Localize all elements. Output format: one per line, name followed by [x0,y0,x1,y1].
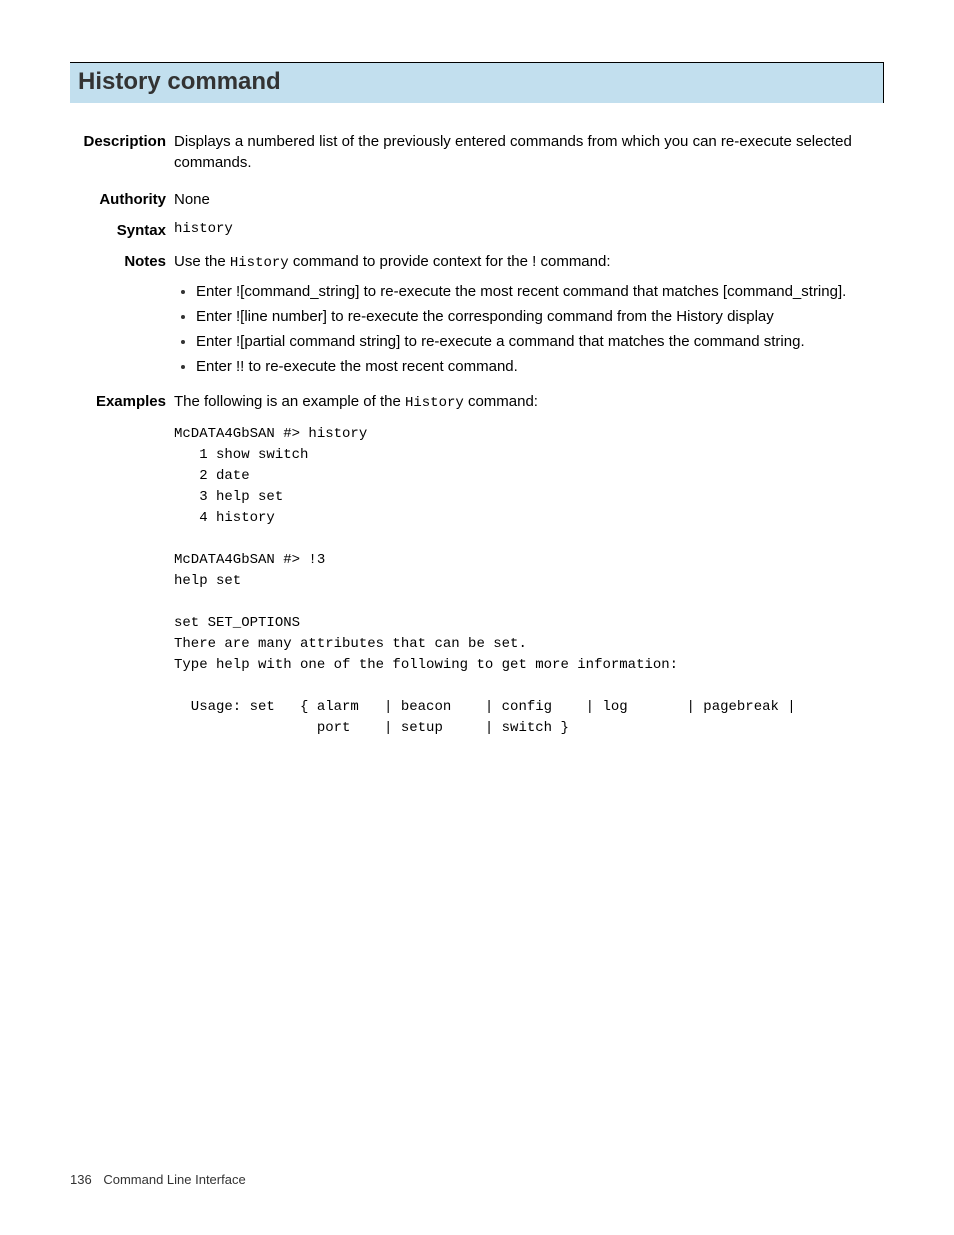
examples-intro-code: History [405,395,464,411]
notes-bullet: Enter ![command_string] to re-execute th… [196,281,884,302]
syntax-row: Syntax history [70,220,884,241]
authority-row: Authority None [70,189,884,210]
notes-row: Notes Use the History command to provide… [70,251,884,382]
notes-intro: Use the History command to provide conte… [174,251,884,274]
section-title: History command [78,65,883,99]
syntax-value: history [174,220,884,240]
examples-intro-pre: The following is an example of the [174,393,405,410]
notes-value: Use the History command to provide conte… [174,251,884,382]
authority-label: Authority [70,189,174,210]
examples-intro-post: command: [464,393,538,410]
description-row: Description Displays a numbered list of … [70,131,884,179]
notes-bullet: Enter ![line number] to re-execute the c… [196,306,884,327]
authority-value: None [174,189,884,210]
examples-label: Examples [70,391,174,412]
notes-bullet: Enter !! to re-execute the most recent c… [196,356,884,377]
examples-row: Examples The following is an example of … [70,391,884,739]
examples-value: The following is an example of the Histo… [174,391,884,739]
notes-bullets: Enter ![command_string] to re-execute th… [174,281,884,377]
notes-intro-post: command to provide context for the ! com… [289,253,611,270]
examples-code: McDATA4GbSAN #> history 1 show switch 2 … [174,424,884,739]
document-page: History command Description Displays a n… [0,0,954,1235]
notes-label: Notes [70,251,174,272]
description-text: Displays a numbered list of the previous… [174,131,884,173]
syntax-label: Syntax [70,220,174,241]
notes-intro-code: History [230,255,289,271]
page-footer: 136 Command Line Interface [70,1171,246,1189]
description-value: Displays a numbered list of the previous… [174,131,884,179]
notes-intro-pre: Use the [174,253,230,270]
page-number: 136 [70,1172,92,1187]
examples-intro: The following is an example of the Histo… [174,391,884,414]
section-title-bar: History command [70,62,884,103]
footer-section: Command Line Interface [103,1172,245,1187]
notes-bullet: Enter ![partial command string] to re-ex… [196,331,884,352]
description-label: Description [70,131,174,152]
